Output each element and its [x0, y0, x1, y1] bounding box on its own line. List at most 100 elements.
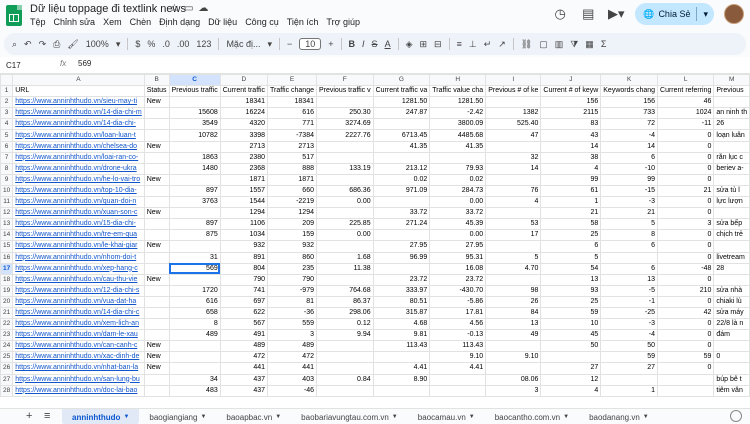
cell[interactable]: 764.68: [315, 284, 374, 297]
cell[interactable]: 0: [657, 151, 715, 164]
sheet-tab[interactable]: baocantho.com.vn ▼: [485, 409, 579, 424]
cell[interactable]: 1024: [657, 107, 715, 120]
cell[interactable]: 622: [219, 306, 269, 320]
cell[interactable]: 271.24: [372, 218, 431, 231]
cell[interactable]: 28: [713, 262, 750, 275]
cell[interactable]: 23.72: [372, 273, 431, 286]
cell[interactable]: [485, 340, 542, 353]
cell[interactable]: 3: [267, 329, 317, 342]
cell[interactable]: 14: [540, 140, 602, 153]
cell[interactable]: 9.81: [372, 329, 431, 342]
cell[interactable]: -10: [600, 162, 659, 175]
column-header-m[interactable]: M: [713, 74, 750, 87]
cell[interactable]: [485, 173, 542, 186]
cell[interactable]: 209: [267, 218, 317, 231]
url-cell[interactable]: https://www.anninhthudo.vn/dam-le-xau: [12, 329, 145, 342]
url-cell[interactable]: https://www.anninhthudo.vn/sieu-may-ti: [12, 96, 145, 109]
cell[interactable]: 315.87: [372, 306, 431, 320]
row-header[interactable]: 10: [0, 184, 14, 198]
menu-edit[interactable]: Chỉnh sửa: [54, 17, 96, 27]
cell[interactable]: [372, 118, 431, 131]
cell[interactable]: rắn lục c: [713, 151, 750, 164]
cell[interactable]: 0.00: [315, 229, 374, 242]
sheet-tab[interactable]: baogiangiang ▼: [139, 409, 216, 424]
cell[interactable]: 298.06: [315, 306, 374, 320]
cell[interactable]: 6: [600, 240, 659, 253]
cell[interactable]: 2115: [540, 107, 602, 120]
cell[interactable]: 156: [540, 96, 602, 109]
font-size-decrease[interactable]: −: [287, 39, 292, 49]
row-header[interactable]: 5: [0, 129, 14, 142]
cell[interactable]: New: [143, 207, 170, 220]
cell[interactable]: 559: [267, 318, 317, 331]
cell[interactable]: 84: [485, 306, 542, 320]
cell[interactable]: 10782: [168, 129, 221, 142]
cell[interactable]: -2.42: [429, 107, 487, 120]
cell[interactable]: 81: [267, 295, 317, 308]
row-header[interactable]: 20: [0, 295, 14, 308]
row-header[interactable]: 21: [0, 306, 14, 320]
cell[interactable]: 489: [267, 340, 317, 353]
chevron-down-icon[interactable]: ▼: [469, 414, 475, 420]
cell[interactable]: [485, 240, 542, 253]
cell[interactable]: 210: [657, 284, 715, 297]
cell[interactable]: [143, 373, 170, 386]
cell[interactable]: 333.97: [372, 284, 431, 297]
cell[interactable]: [143, 162, 170, 175]
cloud-saved-icon[interactable]: ☁: [198, 3, 208, 14]
cell[interactable]: 0: [657, 318, 715, 331]
sheet-tab[interactable]: baobariavungtau.com.vn ▼: [291, 409, 408, 424]
cell[interactable]: -3: [600, 196, 659, 209]
cell[interactable]: [168, 340, 221, 353]
cell[interactable]: 0.02: [372, 173, 431, 186]
chevron-down-icon[interactable]: ▼: [643, 414, 649, 420]
cell[interactable]: 13: [540, 273, 602, 286]
cell[interactable]: chịch trẻ: [713, 229, 750, 242]
select-all-corner[interactable]: [0, 74, 14, 87]
filter-icon[interactable]: ⧩: [570, 39, 578, 50]
decrease-decimal-button[interactable]: .0: [162, 39, 170, 49]
url-cell[interactable]: https://www.anninhthudo.vn/drone-ukra: [12, 162, 145, 175]
cell[interactable]: 235: [267, 262, 317, 275]
cell[interactable]: 43: [540, 129, 602, 142]
url-cell[interactable]: https://www.anninhthudo.vn/cau-thu-vie: [12, 273, 145, 286]
menu-tools[interactable]: Công cụ: [245, 17, 279, 27]
row-header[interactable]: 23: [0, 329, 14, 342]
cell[interactable]: 0: [657, 196, 715, 209]
cell[interactable]: -36: [267, 306, 317, 320]
cell[interactable]: 25: [540, 229, 602, 242]
cell[interactable]: [713, 240, 750, 253]
cell[interactable]: 441: [219, 362, 269, 375]
cell[interactable]: 567: [219, 318, 269, 331]
cell[interactable]: 26: [485, 295, 542, 308]
url-cell[interactable]: https://www.anninhthudo.vn/14-dia-chi-c: [12, 306, 145, 320]
cell[interactable]: [372, 151, 431, 164]
cell[interactable]: 79.93: [429, 162, 487, 175]
cell[interactable]: 4.41: [429, 362, 487, 375]
row-header[interactable]: 3: [0, 107, 14, 120]
cell[interactable]: 4.70: [485, 262, 542, 275]
cell[interactable]: 4: [540, 384, 602, 397]
cell[interactable]: 0: [657, 229, 715, 242]
cell[interactable]: 441: [267, 362, 317, 375]
font-select[interactable]: Mặc đị...: [226, 39, 260, 49]
header-cell[interactable]: Traffic change: [267, 85, 317, 98]
cell[interactable]: 99: [540, 173, 602, 186]
cell[interactable]: -48: [657, 262, 715, 275]
cell[interactable]: [315, 151, 374, 164]
cell[interactable]: [143, 107, 170, 120]
cell[interactable]: [315, 340, 374, 353]
cell[interactable]: đám: [713, 329, 750, 342]
column-header-g[interactable]: G: [372, 74, 431, 87]
cell[interactable]: 113.43: [372, 340, 431, 353]
url-cell[interactable]: https://www.anninhthudo.vn/xem-lich-an: [12, 318, 145, 331]
cell[interactable]: 47: [485, 129, 542, 142]
cell[interactable]: 27.95: [429, 240, 487, 253]
cell[interactable]: 3549: [168, 118, 221, 131]
cell[interactable]: -25: [600, 306, 659, 320]
cell[interactable]: [485, 140, 542, 153]
cell[interactable]: sửa máy: [713, 306, 750, 320]
cell[interactable]: 59: [540, 306, 602, 320]
cell[interactable]: 2713: [219, 140, 269, 153]
cell[interactable]: 3763: [168, 196, 221, 209]
